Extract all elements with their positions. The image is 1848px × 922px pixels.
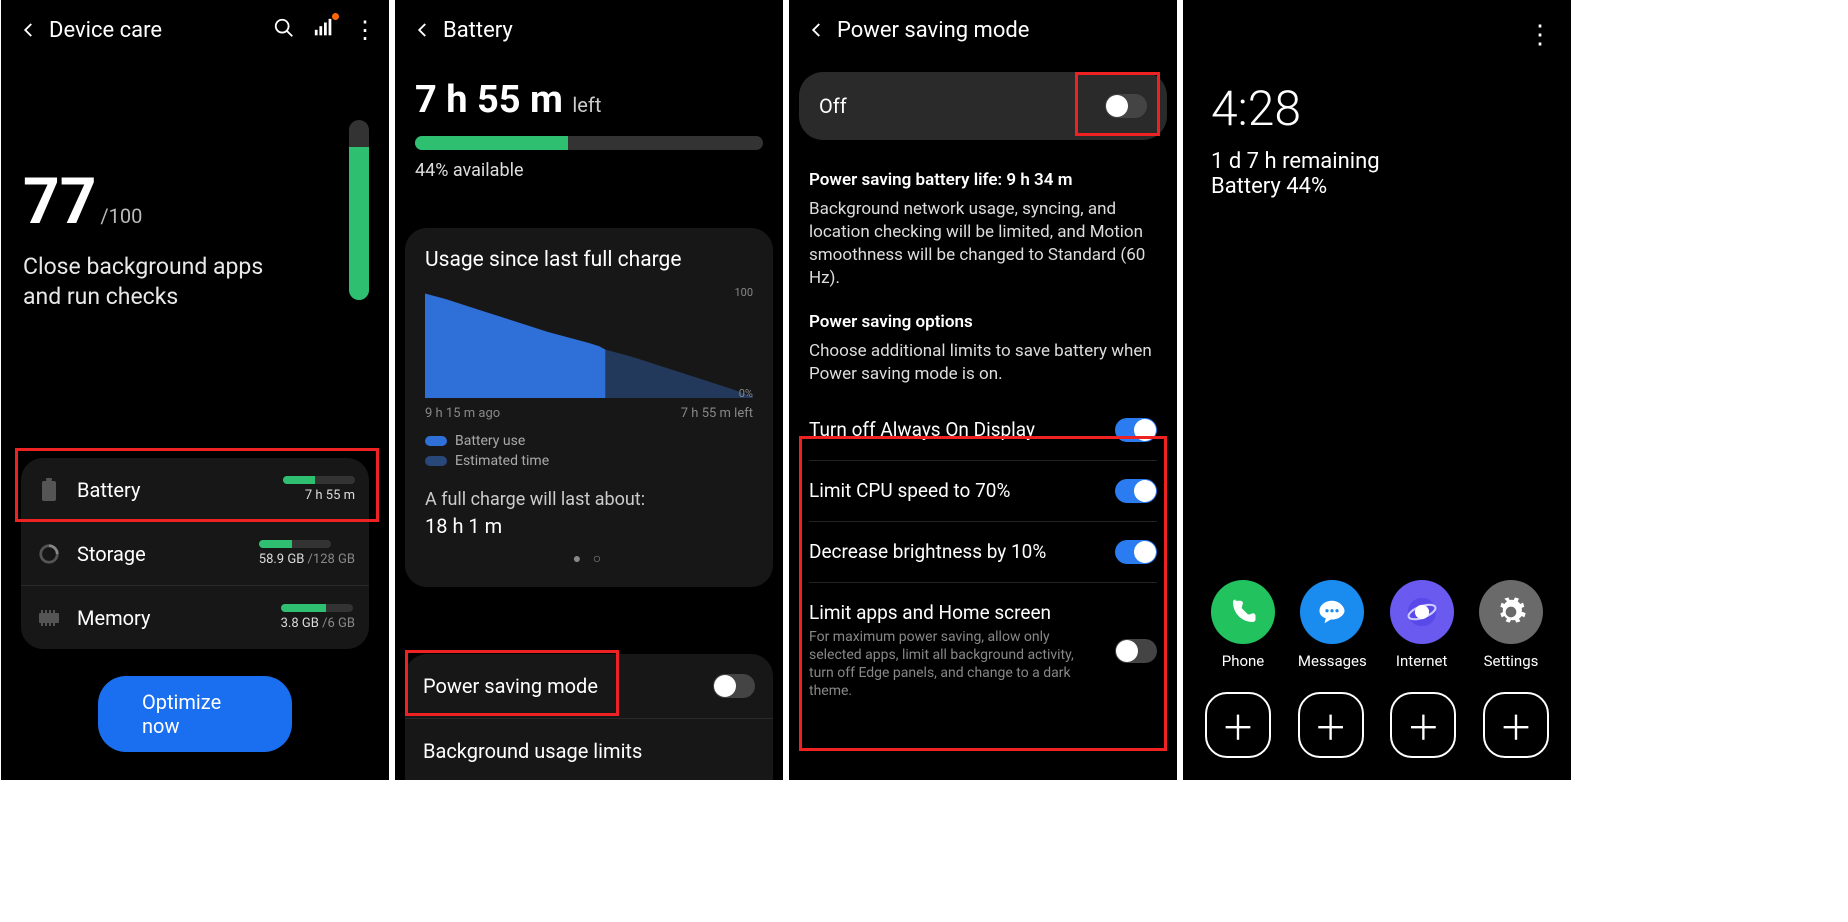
score-value: 77 (23, 164, 96, 239)
screen-home: ⋮ 4:28 1 d 7 h remaining Battery 44% Pho… (1183, 0, 1571, 780)
more-icon[interactable]: ⋮ (1527, 22, 1553, 48)
add-app-slot[interactable]: ＋ (1298, 692, 1364, 758)
options-title: Power saving options (809, 312, 1157, 332)
chart-x-end: 7 h 55 m left (681, 406, 753, 421)
screen-power-saving: Power saving mode Off Power saving batte… (789, 0, 1177, 780)
phone-icon (1211, 580, 1275, 644)
page-title: Battery (443, 18, 513, 43)
legend-battery-use: Battery use (455, 433, 525, 449)
add-app-slot[interactable]: ＋ (1390, 692, 1456, 758)
optimize-button[interactable]: Optimize now (98, 676, 292, 752)
estimate-label: A full charge will last about: (425, 489, 753, 510)
battery-label: Battery 44% (1183, 174, 1571, 199)
more-icon[interactable]: ⋮ (353, 18, 377, 42)
row-bg-limits[interactable]: Background usage limits (405, 719, 773, 780)
battery-life-desc: Background network usage, syncing, and l… (809, 198, 1157, 290)
back-icon[interactable] (801, 14, 833, 46)
memory-icon (35, 607, 63, 629)
available-label: 44% available (395, 160, 783, 191)
internet-icon (1390, 580, 1454, 644)
legend-estimated: Estimated time (455, 453, 549, 469)
highlight-battery-row (15, 448, 379, 522)
score-hint: Close background apps and run checks (23, 252, 303, 312)
highlight-options (799, 436, 1167, 751)
add-app-slot[interactable]: ＋ (1483, 692, 1549, 758)
row-label: Background usage limits (423, 739, 642, 763)
row-memory[interactable]: Memory 3.8 GB /6 GB (21, 585, 369, 649)
battery-bar (415, 136, 763, 150)
battery-life-label: Power saving battery life: 9 h 34 m (809, 170, 1157, 190)
back-icon[interactable] (407, 14, 439, 46)
row-label: Memory (77, 606, 150, 630)
back-icon[interactable] (13, 14, 45, 46)
remaining-label: 1 d 7 h remaining (1183, 149, 1571, 174)
clock: 4:28 (1183, 0, 1571, 149)
chart-x-start: 9 h 15 m ago (425, 406, 500, 421)
score-area: 77 /100 Close background apps and run ch… (1, 60, 389, 312)
app-internet[interactable]: Internet (1384, 580, 1460, 670)
dock: Phone Messages Internet Settings (1183, 580, 1571, 758)
search-icon[interactable] (273, 17, 295, 43)
app-phone[interactable]: Phone (1205, 580, 1281, 670)
score-bar (349, 120, 369, 300)
highlight-power-saving (405, 650, 619, 716)
messages-icon (1300, 580, 1364, 644)
signal-icon (313, 17, 335, 43)
screen-battery: Battery 7 h 55 m left 44% available Usag… (395, 0, 783, 780)
power-saving-toggle[interactable] (713, 674, 755, 698)
app-messages[interactable]: Messages (1294, 580, 1370, 670)
time-remaining: 7 h 55 m left (395, 60, 783, 122)
row-label: Storage (77, 542, 146, 566)
highlight-master-toggle (1075, 72, 1160, 136)
add-app-slot[interactable]: ＋ (1205, 692, 1271, 758)
master-label: Off (819, 94, 847, 118)
page-title: Device care (49, 18, 162, 43)
battery-chart: 100 0% (425, 288, 753, 398)
row-sub: 58.9 GB /128 GB (259, 552, 355, 567)
row-sub: 3.8 GB /6 GB (281, 616, 355, 631)
options-desc: Choose additional limits to save battery… (809, 340, 1157, 386)
storage-icon (35, 543, 63, 565)
score-max: /100 (100, 204, 142, 228)
usage-card[interactable]: Usage since last full charge 100 0% 9 h … (405, 228, 773, 587)
header: Device care ⋮ (1, 0, 389, 60)
card-title: Usage since last full charge (425, 248, 753, 272)
row-storage[interactable]: Storage 58.9 GB /128 GB (21, 521, 369, 585)
page-title: Power saving mode (837, 18, 1029, 43)
pager-dots[interactable]: ● ○ (425, 550, 753, 567)
app-settings[interactable]: Settings (1473, 580, 1549, 670)
screen-device-care: Device care ⋮ 77 /100 Close background a… (1, 0, 389, 780)
gear-icon (1479, 580, 1543, 644)
estimate-value: 18 h 1 m (425, 514, 753, 538)
